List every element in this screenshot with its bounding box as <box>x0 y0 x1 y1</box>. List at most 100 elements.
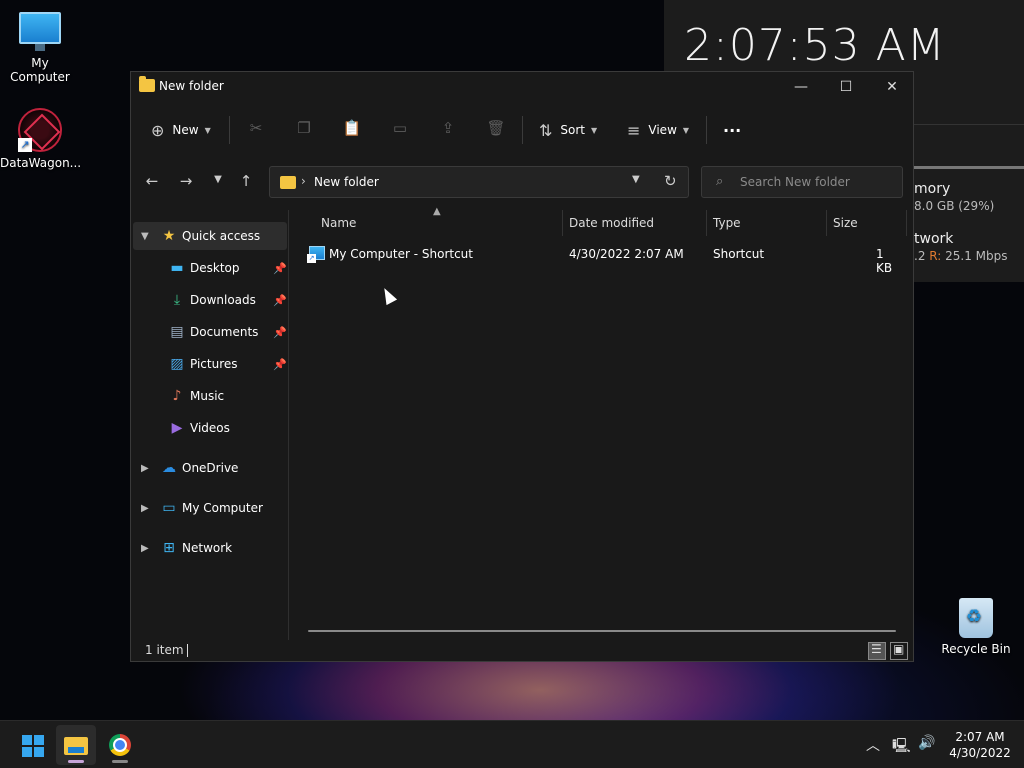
share-icon[interactable]: ⇪ <box>437 119 459 141</box>
music-icon: ♪ <box>172 388 182 404</box>
volume-icon[interactable]: 🔊 <box>918 735 935 751</box>
column-divider[interactable] <box>562 210 563 236</box>
command-bar: ⊕ New ▼ ✂ ❐ 📋 ▭ ⇪ 🗑 ⇅ Sort ▼ ≡ View ▼ ··… <box>131 108 913 152</box>
column-header-size[interactable]: Size <box>833 216 858 230</box>
pin-icon[interactable]: 📌 <box>273 294 287 307</box>
nav-label: Pictures <box>190 357 238 371</box>
nav-item-pictures[interactable]: ▨ Pictures 📌 <box>133 350 287 378</box>
recent-locations-chevron-icon[interactable]: ▼ <box>207 174 229 196</box>
toolbar-divider <box>706 116 707 144</box>
horizontal-scrollbar[interactable] <box>308 630 896 632</box>
see-more-button[interactable]: ··· <box>723 118 741 142</box>
chevron-down-icon: ▼ <box>591 125 598 135</box>
view-button[interactable]: ≡ View ▼ <box>627 118 689 142</box>
nav-label: Music <box>190 389 225 403</box>
column-divider[interactable] <box>826 210 827 236</box>
minimize-button[interactable]: — <box>778 72 824 102</box>
nav-item-onedrive[interactable]: ▶ ☁ OneDrive <box>133 454 287 482</box>
nav-quick-access[interactable]: ▼ ★ Quick access <box>133 222 287 250</box>
sort-icon: ⇅ <box>539 120 553 140</box>
nav-item-network[interactable]: ▶ ⊞ Network <box>133 534 287 562</box>
widget-clock: 2:07:53 AM <box>684 20 946 71</box>
windows-logo-icon <box>22 735 44 757</box>
star-icon: ★ <box>162 228 176 244</box>
nav-item-videos[interactable]: ▶ Videos <box>133 414 287 442</box>
breadcrumb-new-folder[interactable]: New folder <box>314 175 379 189</box>
widget-memory-title: mory <box>914 181 951 197</box>
network-status-icon[interactable]: 🖳 <box>892 735 911 759</box>
address-dropdown-icon[interactable]: ▼ <box>632 174 640 185</box>
desktop-icon-recycle-bin[interactable]: Recycle Bin <box>936 598 1016 656</box>
back-arrow-icon[interactable]: ← <box>141 172 163 194</box>
view-label: View <box>648 123 677 137</box>
breadcrumb-chevron-icon: › <box>301 174 306 188</box>
copy-icon[interactable]: ❐ <box>293 119 315 141</box>
desktop-icon-datawagon[interactable]: ↗ DataWagon... <box>0 108 82 170</box>
delete-icon[interactable]: 🗑 <box>485 119 507 141</box>
refresh-icon[interactable]: ↻ <box>664 172 677 190</box>
column-header-name[interactable]: Name <box>321 216 356 230</box>
column-headers: ▲ Name Date modified Type Size <box>291 206 911 238</box>
desktop-icon-my-computer[interactable]: My Computer <box>0 12 80 84</box>
expand-chevron-icon[interactable]: ▶ <box>141 543 149 554</box>
chevron-down-icon: ▼ <box>204 125 211 135</box>
up-arrow-icon[interactable]: ↑ <box>235 172 257 194</box>
pin-icon[interactable]: 📌 <box>273 326 287 339</box>
file-row[interactable]: My Computer - Shortcut 4/30/2022 2:07 AM… <box>303 242 903 275</box>
nav-item-downloads[interactable]: ⤓ Downloads 📌 <box>133 286 287 314</box>
taskbar: ︿ 🖳 🔊 2:07 AM 4/30/2022 <box>0 720 1024 768</box>
widget-network-value: .2 R: 25.1 Mbps <box>914 249 1008 263</box>
desktop-icon-label: DataWagon... <box>0 156 82 170</box>
taskbar-date: 4/30/2022 <box>949 746 1011 760</box>
pane-divider[interactable] <box>288 210 289 640</box>
nav-item-my-computer[interactable]: ▶ ▭ My Computer <box>133 494 287 522</box>
column-header-date-modified[interactable]: Date modified <box>569 216 654 230</box>
paste-icon[interactable]: 📋 <box>341 119 363 141</box>
expand-chevron-icon[interactable]: ▶ <box>141 503 149 514</box>
close-button[interactable]: ✕ <box>869 72 915 102</box>
video-icon: ▶ <box>171 420 183 436</box>
show-hidden-icons-chevron-icon[interactable]: ︿ <box>866 735 880 755</box>
title-bar[interactable]: New folder — ☐ ✕ <box>131 72 913 102</box>
picture-icon: ▨ <box>170 356 184 372</box>
collapse-chevron-icon[interactable]: ▼ <box>141 231 149 242</box>
sort-button[interactable]: ⇅ Sort ▼ <box>539 118 597 142</box>
nav-label: Desktop <box>190 261 240 275</box>
nav-item-music[interactable]: ♪ Music <box>133 382 287 410</box>
sort-label: Sort <box>560 123 586 137</box>
file-date-modified: 4/30/2022 2:07 AM <box>569 247 684 261</box>
maximize-button[interactable]: ☐ <box>823 72 869 102</box>
cut-icon[interactable]: ✂ <box>245 119 267 141</box>
nav-item-documents[interactable]: ▤ Documents 📌 <box>133 318 287 346</box>
taskbar-file-explorer[interactable] <box>56 725 96 765</box>
cloud-icon: ☁ <box>162 460 176 476</box>
new-button[interactable]: ⊕ New ▼ <box>151 118 211 142</box>
start-button[interactable] <box>12 725 52 765</box>
shortcut-monitor-icon <box>307 246 325 263</box>
taskbar-chrome[interactable] <box>100 725 140 765</box>
search-box[interactable]: ⌕ <box>701 166 903 198</box>
rename-icon[interactable]: ▭ <box>389 119 411 141</box>
pin-icon[interactable]: 📌 <box>273 262 287 275</box>
status-divider <box>187 644 188 657</box>
column-divider[interactable] <box>906 210 907 236</box>
expand-chevron-icon[interactable]: ▶ <box>141 463 149 474</box>
taskbar-time: 2:07 AM <box>955 730 1005 744</box>
taskbar-clock[interactable]: 2:07 AM 4/30/2022 <box>944 729 1016 761</box>
nav-item-desktop[interactable]: ▬ Desktop 📌 <box>133 254 287 282</box>
widget-memory-value: 8.0 GB (29%) <box>914 199 995 213</box>
column-divider[interactable] <box>706 210 707 236</box>
widget-separator <box>914 166 1024 169</box>
search-input[interactable] <box>740 173 890 191</box>
forward-arrow-icon[interactable]: → <box>175 172 197 194</box>
large-icons-view-button[interactable] <box>890 642 908 660</box>
navigation-pane: ▼ ★ Quick access ▬ Desktop 📌 ⤓ Downloads… <box>131 222 288 634</box>
column-header-type[interactable]: Type <box>713 216 741 230</box>
file-type: Shortcut <box>713 247 765 261</box>
details-view-button[interactable] <box>868 642 886 660</box>
pin-icon[interactable]: 📌 <box>273 358 287 371</box>
desktop-icon-label: Recycle Bin <box>941 642 1011 656</box>
folder-icon <box>280 176 296 189</box>
new-label: New <box>172 123 199 137</box>
address-bar[interactable]: › New folder ▼ ↻ <box>269 166 689 198</box>
